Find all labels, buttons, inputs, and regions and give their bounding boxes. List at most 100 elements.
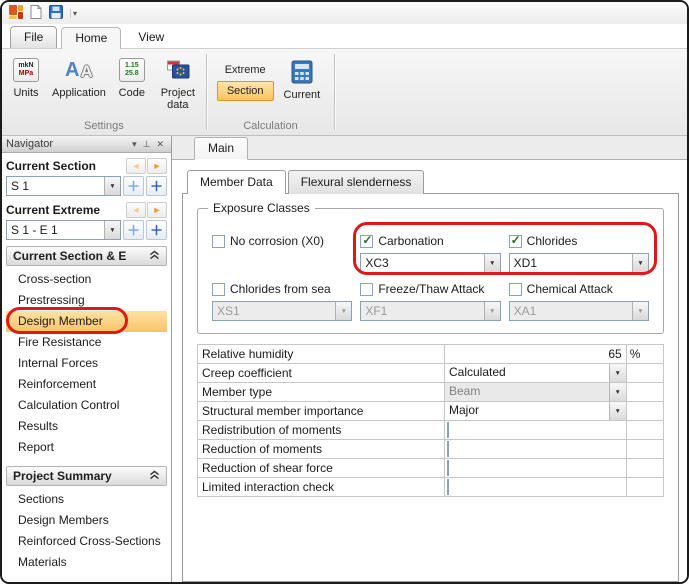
- settings-group-label: Settings: [6, 119, 202, 135]
- row-label: Redistribution of moments: [198, 421, 445, 440]
- row-label: Creep coefficient: [198, 364, 445, 383]
- add-extreme-button[interactable]: ＋: [123, 220, 144, 240]
- tab-member-data[interactable]: Member Data: [187, 170, 286, 194]
- ribbon-group-calculation: Extreme Section Current Calculation: [207, 49, 334, 135]
- previous-extreme-button[interactable]: ◄: [126, 202, 146, 218]
- save-icon[interactable]: [48, 4, 64, 23]
- combo-arrow-icon[interactable]: ▼: [104, 177, 120, 195]
- chlorides-sea-class-combo: XS1 ▼: [212, 301, 352, 321]
- manage-sections-button[interactable]: ＋: [146, 176, 167, 196]
- relative-humidity-input[interactable]: 65: [444, 345, 626, 364]
- table-row-reduction-of-shear-force: Reduction of shear force: [198, 459, 664, 478]
- limited-interaction-check-checkbox[interactable]: [447, 479, 449, 495]
- code-button[interactable]: 1.1525.8 Code: [112, 52, 152, 101]
- combo-arrow-icon[interactable]: ▼: [609, 364, 626, 382]
- manage-extremes-button[interactable]: ＋: [146, 220, 167, 240]
- next-extreme-button[interactable]: ►: [147, 202, 167, 218]
- no-corrosion-checkbox[interactable]: [212, 235, 225, 248]
- nav-item-cross-section[interactable]: Cross-section: [6, 269, 167, 290]
- ribbon: mkNMPa Units AA Application 1.1525.8 Cod…: [2, 48, 687, 136]
- nav-item-materials[interactable]: Materials: [6, 552, 167, 573]
- nav-group-header-project-summary[interactable]: Project Summary: [6, 466, 167, 486]
- tab-view[interactable]: View: [125, 27, 177, 48]
- chlorides-from-sea-checkbox[interactable]: [212, 283, 225, 296]
- reduction-of-moments-checkbox[interactable]: [447, 441, 449, 457]
- nav-item-design-members[interactable]: Design Members: [6, 510, 167, 531]
- combo-arrow-icon[interactable]: ▼: [632, 254, 648, 272]
- nav-item-report[interactable]: Report: [6, 437, 167, 458]
- collapse-icon: [149, 469, 160, 483]
- combo-arrow-icon[interactable]: ▼: [484, 254, 500, 272]
- extreme-label: Extreme: [225, 64, 266, 76]
- navigator-panel: Navigator ▾ ⊥ ✕ Current Section ◄ ► S 1: [2, 136, 172, 582]
- reduction-of-shear-force-checkbox[interactable]: [447, 460, 449, 476]
- code-icon: 1.1525.8: [119, 56, 145, 84]
- close-icon[interactable]: ✕: [153, 139, 167, 150]
- carbonation-class-combo[interactable]: XC3 ▼: [360, 253, 500, 273]
- current-button[interactable]: Current: [280, 54, 325, 103]
- creep-coefficient-combo[interactable]: Calculated ▼: [445, 364, 626, 382]
- calculator-icon: [291, 58, 313, 86]
- units-button[interactable]: mkNMPa Units: [6, 52, 46, 101]
- chemical-attack-checkbox[interactable]: [509, 283, 522, 296]
- combo-arrow-icon: ▼: [632, 302, 648, 320]
- project-data-icon: [166, 56, 190, 84]
- add-section-button[interactable]: ＋: [123, 176, 144, 196]
- ribbon-group-settings: mkNMPa Units AA Application 1.1525.8 Cod…: [2, 49, 206, 135]
- navigator-menu-icon[interactable]: ▾: [129, 139, 140, 150]
- nav-item-reinforcement[interactable]: Reinforcement: [6, 374, 167, 395]
- redistribution-of-moments-checkbox[interactable]: [447, 422, 449, 438]
- exposure-cell-no-corrosion: No corrosion (X0): [212, 233, 352, 273]
- project-data-button[interactable]: Project data: [154, 52, 202, 113]
- nav-item-reinforced-cross-sections[interactable]: Reinforced Cross-Sections: [6, 531, 167, 552]
- new-document-icon[interactable]: [28, 4, 44, 23]
- carbonation-checkbox[interactable]: ✓: [360, 235, 373, 248]
- table-row-relative-humidity: Relative humidity 65 %: [198, 345, 664, 364]
- tab-file[interactable]: File: [10, 26, 57, 48]
- units-icon: mkNMPa: [13, 56, 39, 84]
- exposure-cell-chemical: Chemical Attack XA1 ▼: [509, 281, 649, 321]
- chlorides-class-combo[interactable]: XD1 ▼: [509, 253, 649, 273]
- combo-arrow-icon[interactable]: ▼: [104, 221, 120, 239]
- member-data-page: Exposure Classes No corrosion (X0): [182, 193, 679, 582]
- nav-items-project-summary: Sections Design Members Reinforced Cross…: [6, 486, 167, 575]
- table-row-reduction-of-moments: Reduction of moments: [198, 440, 664, 459]
- ribbon-group-separator: [334, 54, 335, 130]
- previous-section-button[interactable]: ◄: [126, 158, 146, 174]
- freeze-thaw-checkbox[interactable]: [360, 283, 373, 296]
- nav-item-results[interactable]: Results: [6, 416, 167, 437]
- row-label: Relative humidity: [198, 345, 445, 364]
- current-section-combo[interactable]: S 1 ▼: [6, 176, 121, 196]
- pin-icon[interactable]: ⊥: [140, 139, 154, 150]
- qat-customize-dropdown[interactable]: ▾: [70, 9, 79, 18]
- nav-item-prestressing[interactable]: Prestressing: [6, 290, 167, 311]
- nav-item-fire-resistance[interactable]: Fire Resistance: [6, 332, 167, 353]
- table-row-structural-importance: Structural member importance Major ▼: [198, 402, 664, 421]
- current-extreme-label: Current Extreme: [6, 203, 100, 217]
- section-toggle-button[interactable]: Section: [217, 81, 274, 101]
- tab-home[interactable]: Home: [61, 27, 121, 49]
- chlorides-checkbox[interactable]: ✓: [509, 235, 522, 248]
- nav-item-internal-forces[interactable]: Internal Forces: [6, 353, 167, 374]
- exposure-cell-chlorides: ✓ Chlorides XD1 ▼: [509, 233, 649, 273]
- navigator-title: Navigator: [6, 138, 53, 150]
- application-button[interactable]: AA Application: [48, 52, 110, 101]
- row-label: Reduction of shear force: [198, 459, 445, 478]
- application-window: ▾ File Home View mkNMPa Units AA Applica…: [0, 0, 689, 584]
- member-tabs: Member Data Flexural slenderness: [182, 170, 679, 194]
- nav-item-calculation-control[interactable]: Calculation Control: [6, 395, 167, 416]
- structural-importance-combo[interactable]: Major ▼: [445, 402, 626, 420]
- nav-item-sections[interactable]: Sections: [6, 489, 167, 510]
- next-section-button[interactable]: ►: [147, 158, 167, 174]
- combo-arrow-icon[interactable]: ▼: [609, 402, 626, 420]
- nav-items-current-section: Cross-section Prestressing Design Member…: [6, 266, 167, 460]
- table-row-member-type: Member type Beam ▼: [198, 383, 664, 402]
- tab-main-document[interactable]: Main: [194, 137, 248, 160]
- app-logo-icon[interactable]: [8, 4, 24, 23]
- table-row-limited-interaction-check: Limited interaction check: [198, 478, 664, 497]
- nav-item-design-member[interactable]: Design Member: [6, 311, 167, 332]
- collapse-icon: [149, 249, 160, 263]
- current-extreme-combo[interactable]: S 1 - E 1 ▼: [6, 220, 121, 240]
- tab-flexural-slenderness[interactable]: Flexural slenderness: [288, 170, 425, 194]
- nav-group-header-current-section[interactable]: Current Section & E: [6, 246, 167, 266]
